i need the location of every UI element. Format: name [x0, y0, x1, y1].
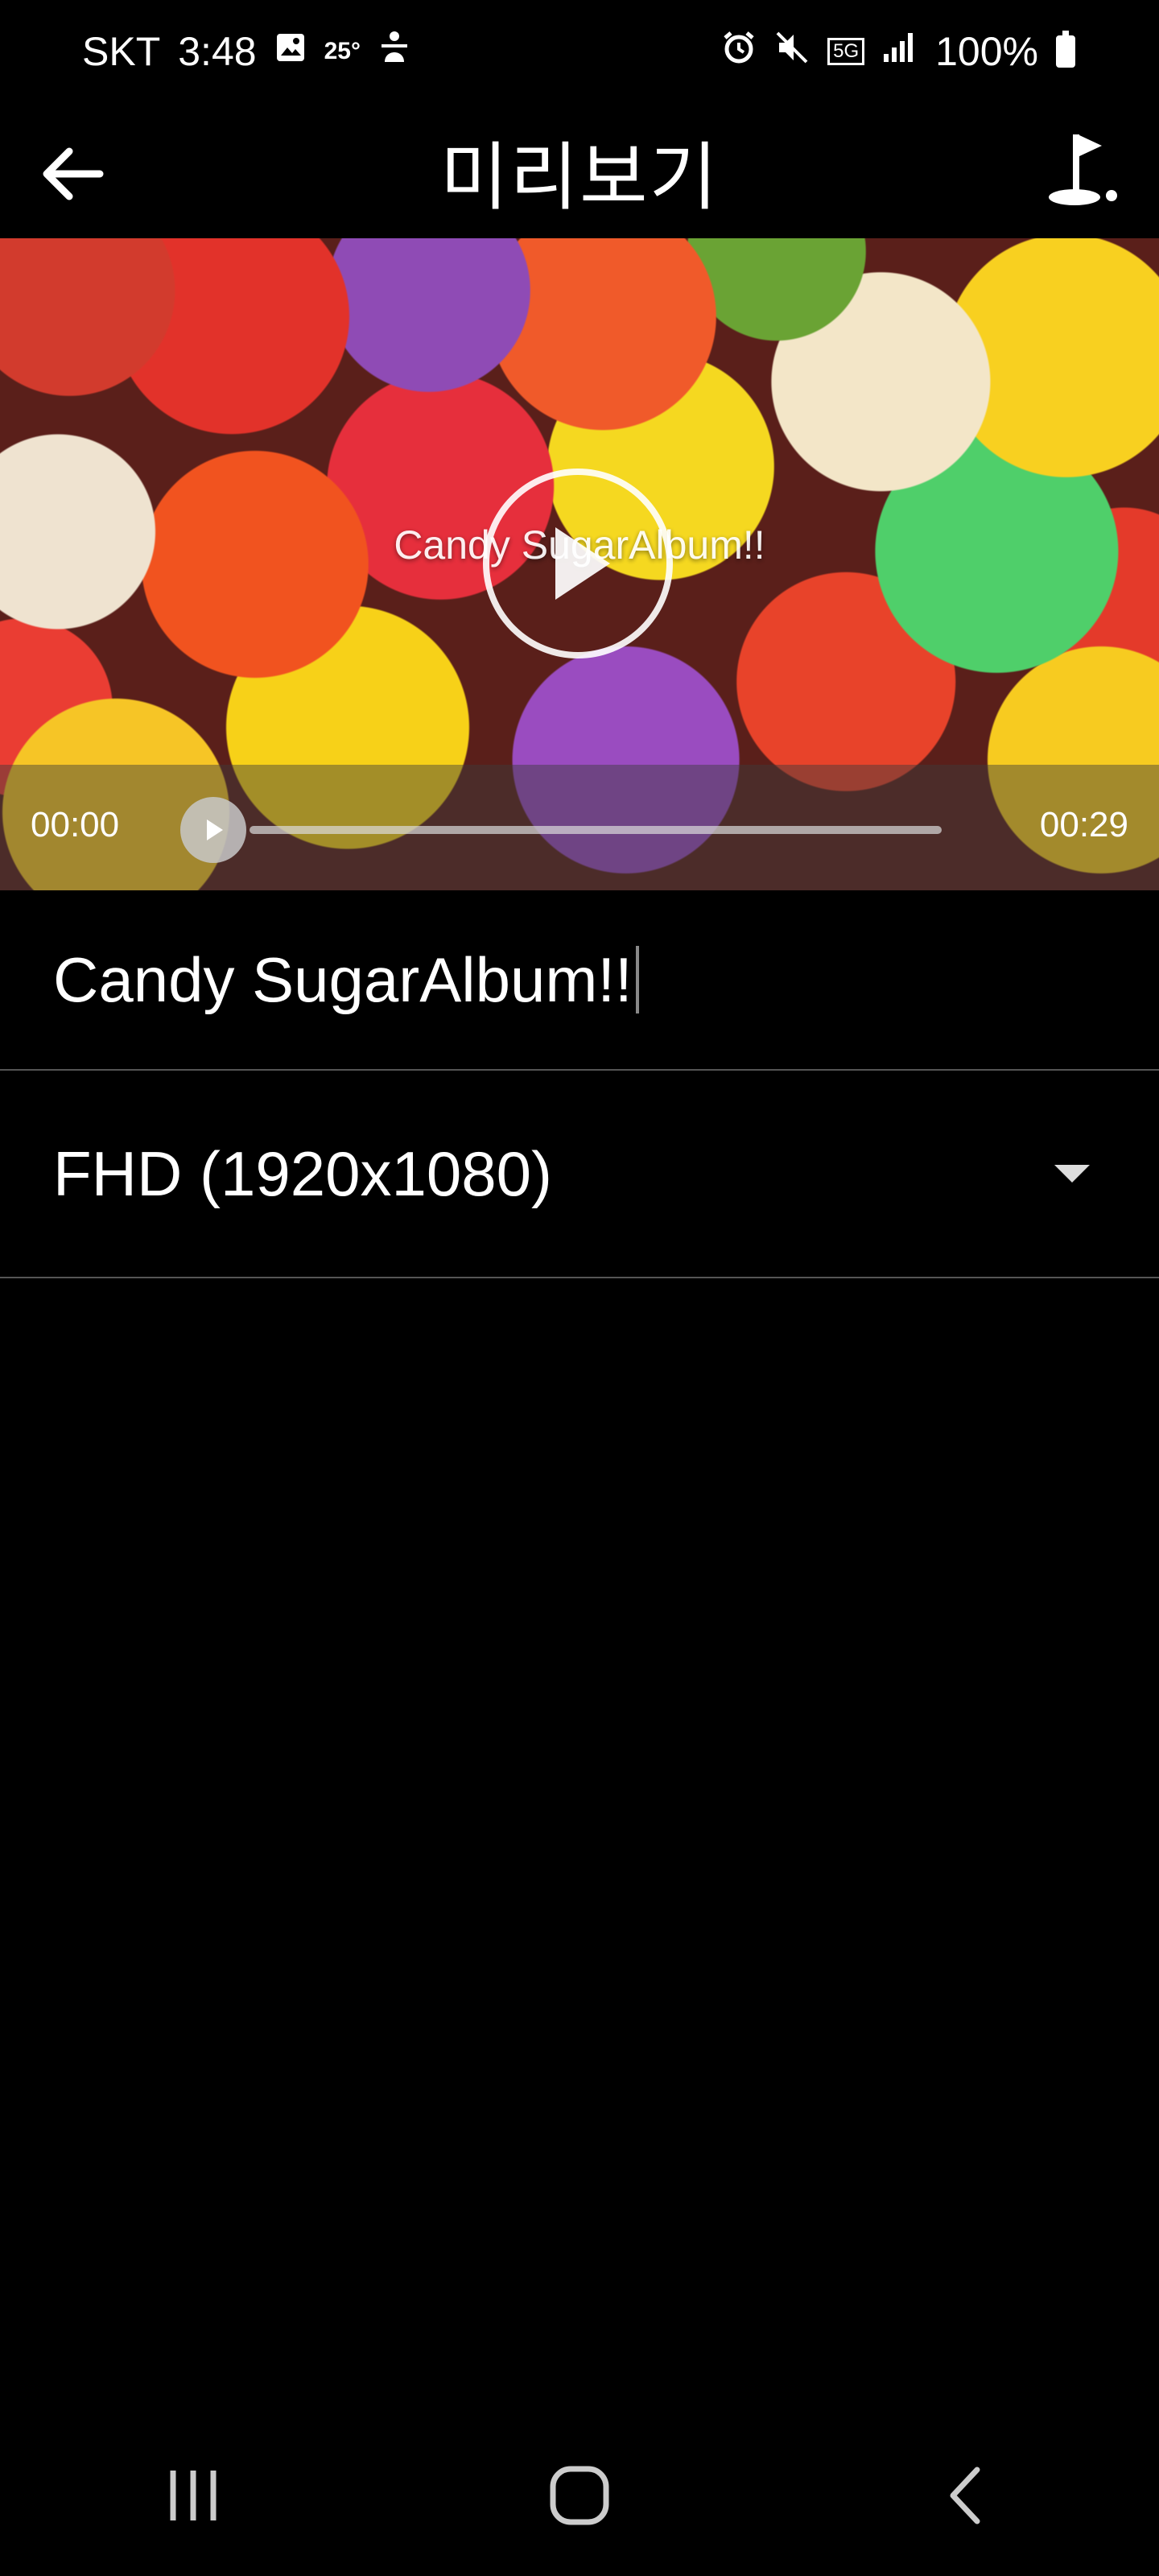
carrier-label: SKT	[82, 29, 161, 74]
mute-icon	[774, 30, 810, 73]
text-cursor	[635, 946, 639, 1013]
title-input[interactable]: Candy SugarAlbum!!	[53, 943, 639, 1017]
seek-bar[interactable]	[250, 826, 942, 834]
system-nav-bar	[0, 2415, 1159, 2576]
signal-icon	[882, 31, 918, 72]
play-button[interactable]	[483, 469, 673, 658]
resolution-dropdown[interactable]: FHD (1920x1080)	[0, 1071, 1159, 1278]
network-type-label: 5G	[827, 38, 865, 65]
temperature-label: 25°	[324, 38, 361, 64]
playback-controls: 00:00 00:29	[0, 765, 1159, 890]
recent-apps-button[interactable]	[113, 2431, 274, 2560]
clock: 3:48	[178, 29, 257, 74]
resolution-value: FHD (1920x1080)	[53, 1137, 552, 1209]
share-button[interactable]	[1038, 126, 1127, 214]
title-field-row: Candy SugarAlbum!!	[0, 890, 1159, 1071]
status-right: 5G 100%	[721, 28, 1075, 75]
home-button[interactable]	[499, 2431, 660, 2560]
home-icon	[550, 2466, 609, 2525]
battery-percent: 100%	[935, 29, 1038, 74]
recent-apps-icon	[170, 2471, 217, 2520]
app-bar: 미리보기	[0, 103, 1159, 238]
status-bar: SKT 3:48 25° 5G 100%	[0, 0, 1159, 103]
video-preview[interactable]: Candy SugarAlbum!! 00:00 00:29	[0, 238, 1159, 890]
current-time: 00:00	[31, 805, 120, 844]
chevron-left-icon	[950, 2467, 980, 2524]
battery-icon	[1056, 31, 1075, 68]
duration: 00:29	[1039, 805, 1128, 844]
play-icon	[555, 527, 610, 600]
accessibility-icon	[378, 30, 410, 73]
gallery-icon	[274, 31, 307, 72]
nav-back-button[interactable]	[885, 2431, 1046, 2560]
page-title: 미리보기	[439, 136, 720, 219]
alarm-icon	[721, 30, 757, 73]
title-input-value: Candy SugarAlbum!!	[53, 943, 633, 1015]
caret-down-icon	[1054, 1165, 1090, 1183]
play-icon	[207, 819, 223, 840]
status-left: SKT 3:48 25°	[82, 28, 410, 75]
seek-thumb[interactable]	[180, 797, 246, 863]
golf-flag-icon	[1049, 134, 1117, 205]
back-button[interactable]	[32, 134, 113, 214]
arrow-left-icon	[43, 147, 104, 200]
